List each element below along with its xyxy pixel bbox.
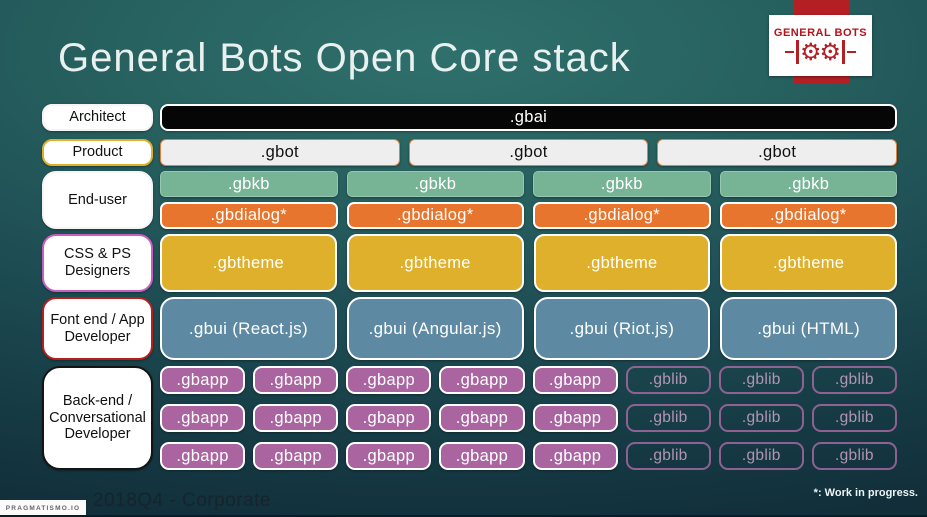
gbapp-box: .gbapp xyxy=(439,442,525,470)
gblib-box: .gblib xyxy=(718,404,804,432)
gear-axle-line xyxy=(846,50,856,54)
row-gbui: .gbui (React.js) .gbui (Angular.js) .gbu… xyxy=(160,297,897,360)
row-gbdialog: .gbdialog* .gbdialog* .gbdialog* .gbdial… xyxy=(160,202,897,229)
gear-axle-line xyxy=(785,50,795,54)
role-label-product: Product xyxy=(42,139,153,166)
gbui-riot-box: .gbui (Riot.js) xyxy=(533,297,711,360)
gbdialog-box: .gbdialog* xyxy=(346,202,524,229)
gbapp-box: .gbapp xyxy=(346,366,432,394)
role-label-end-user: End-user xyxy=(42,171,153,229)
gbapp-box: .gbapp xyxy=(346,404,432,432)
role-label-architect: Architect xyxy=(42,104,153,131)
gbapp-box: .gbapp xyxy=(160,442,246,470)
row-gbapp-gblib-3: .gbapp .gbapp .gbapp .gbapp .gbapp .gbli… xyxy=(160,442,897,470)
gblib-box: .gblib xyxy=(718,366,804,394)
gbapp-box: .gbapp xyxy=(253,442,339,470)
row-gbapp-gblib-2: .gbapp .gbapp .gbapp .gbapp .gbapp .gbli… xyxy=(160,404,897,432)
gbapp-box: .gbapp xyxy=(253,404,339,432)
gbdialog-box: .gbdialog* xyxy=(719,202,897,229)
gblib-box: .gblib xyxy=(811,442,897,470)
gblib-box: .gblib xyxy=(625,404,711,432)
pragmatismo-brand-badge: PRAGMATISMO.IO xyxy=(0,500,86,516)
gbtheme-box: .gbtheme xyxy=(720,234,897,292)
gblib-box: .gblib xyxy=(811,366,897,394)
gbot-box: .gbot xyxy=(408,139,649,166)
row-gbapp-gblib-1: .gbapp .gbapp .gbapp .gbapp .gbapp .gbli… xyxy=(160,366,897,394)
row-gbtheme: .gbtheme .gbtheme .gbtheme .gbtheme xyxy=(160,234,897,292)
gbkb-box: .gbkb xyxy=(346,171,524,197)
row-gbot: .gbot .gbot .gbot xyxy=(160,139,898,166)
role-label-frontend-app-developer: Font end / App Developer xyxy=(42,297,153,360)
gear-axle-line xyxy=(796,40,799,64)
gbai-box: .gbai xyxy=(160,104,897,131)
slide: General Bots Open Core stack GENERAL BOT… xyxy=(0,0,927,517)
work-in-progress-footnote: *: Work in progress. xyxy=(813,487,918,499)
gbapp-box: .gbapp xyxy=(532,442,618,470)
gbapp-box: .gbapp xyxy=(346,442,432,470)
gbui-react-box: .gbui (React.js) xyxy=(160,297,337,360)
gbkb-box: .gbkb xyxy=(719,171,897,197)
row-gbkb: .gbkb .gbkb .gbkb .gbkb xyxy=(160,171,897,197)
gbdialog-box: .gbdialog* xyxy=(160,202,338,229)
gears-icon: ⚙ ⚙ xyxy=(785,38,856,66)
gbtheme-box: .gbtheme xyxy=(533,234,711,292)
gbtheme-box: .gbtheme xyxy=(160,234,337,292)
gear-icon: ⚙ xyxy=(799,38,822,66)
gbapp-box: .gbapp xyxy=(532,366,618,394)
gbkb-box: .gbkb xyxy=(533,171,711,197)
footer-caption: 2018Q4 - Corporate xyxy=(93,490,271,511)
gbapp-box: .gbapp xyxy=(160,404,246,432)
gbapp-box: .gbapp xyxy=(253,366,339,394)
gblib-box: .gblib xyxy=(625,366,711,394)
gbtheme-box: .gbtheme xyxy=(346,234,524,292)
gbapp-box: .gbapp xyxy=(532,404,618,432)
gear-axle-line xyxy=(842,40,845,64)
gbdialog-box: .gbdialog* xyxy=(533,202,711,229)
gbapp-box: .gbapp xyxy=(160,366,246,394)
gblib-box: .gblib xyxy=(811,404,897,432)
gbapp-box: .gbapp xyxy=(439,404,525,432)
general-bots-logo: GENERAL BOTS ⚙ ⚙ xyxy=(769,15,872,76)
role-label-backend-conversational-developer: Back-end / Conversational Developer xyxy=(42,366,153,470)
gear-icon: ⚙ xyxy=(819,38,842,66)
gbot-box: .gbot xyxy=(160,139,400,166)
row-gbai: .gbai xyxy=(160,104,897,131)
gblib-box: .gblib xyxy=(625,442,711,470)
gbui-angular-box: .gbui (Angular.js) xyxy=(346,297,524,360)
page-title: General Bots Open Core stack xyxy=(58,36,631,80)
role-label-css-ps-designers: CSS & PS Designers xyxy=(42,234,153,292)
gbkb-box: .gbkb xyxy=(160,171,338,197)
gbui-html-box: .gbui (HTML) xyxy=(720,297,897,360)
gbapp-box: .gbapp xyxy=(439,366,525,394)
gbot-box: .gbot xyxy=(657,139,898,166)
gblib-box: .gblib xyxy=(718,442,804,470)
